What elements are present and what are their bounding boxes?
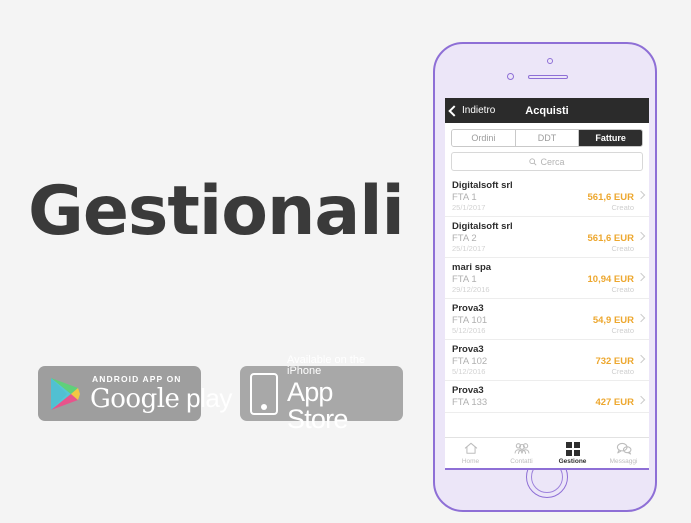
tab-messaggi[interactable]: Messaggi [598, 438, 649, 468]
google-play-triangle-icon [47, 375, 83, 413]
tab-contatti[interactable]: Contatti [496, 438, 547, 468]
row-status: Creato [611, 203, 634, 212]
people-group-icon [514, 441, 530, 456]
invoice-list: Digitalsoft srl FTA 1 561,6 EUR 25/1/201… [445, 176, 649, 413]
app-store-wordmark: App Store [287, 376, 348, 434]
table-row[interactable]: Prova3 FTA 133 427 EUR [445, 381, 649, 413]
back-button[interactable]: Indietro [448, 104, 496, 117]
row-amount: 54,9 EUR [592, 315, 634, 326]
google-play-play-word: play [186, 383, 232, 414]
tab-home[interactable]: Home [445, 438, 496, 468]
row-document: FTA 1 [452, 192, 477, 203]
segment-ddt[interactable]: DDT [515, 130, 580, 146]
row-customer: mari spa [452, 262, 492, 273]
app-store-supertext: Available on the iPhone [287, 353, 366, 377]
search-placeholder: Cerca [540, 156, 565, 167]
row-customer: Digitalsoft srl [452, 221, 513, 232]
page-title: Gestionali [28, 172, 405, 251]
row-document: FTA 133 [452, 397, 488, 408]
row-date: 25/1/2017 [452, 244, 486, 253]
phone-mockup: Indietro Acquisti Ordini DDT Fatture Cer… [433, 42, 657, 512]
tab-gestione[interactable]: Gestione [547, 438, 598, 468]
iphone-glyph-icon [250, 372, 278, 415]
tab-label: Gestione [558, 458, 587, 465]
segment-fatture[interactable]: Fatture [579, 130, 642, 146]
proximity-sensor-icon [507, 73, 514, 80]
google-play-wordmark: Google [90, 384, 180, 415]
row-amount: 561,6 EUR [587, 192, 634, 203]
row-document: FTA 102 [452, 356, 488, 367]
chevron-left-icon [448, 104, 460, 117]
tab-label: Home [461, 458, 480, 465]
row-status: Creato [611, 244, 634, 253]
table-row[interactable]: mari spa FTA 1 10,94 EUR 29/12/2016 Crea… [445, 258, 649, 299]
segment-ordini[interactable]: Ordini [452, 130, 516, 146]
table-row[interactable]: Prova3 FTA 101 54,9 EUR 5/12/2016 Creato [445, 299, 649, 340]
row-amount: 561,6 EUR [587, 233, 634, 244]
tab-bar: Home Contatti Gestione Messaggi [445, 437, 649, 470]
table-row[interactable]: Digitalsoft srl FTA 2 561,6 EUR 25/1/201… [445, 217, 649, 258]
google-play-supertext: ANDROID APP ON [92, 373, 182, 384]
search-wrap: Cerca [445, 147, 649, 176]
row-status: Creato [611, 367, 634, 376]
row-customer: Prova3 [452, 303, 484, 314]
row-document: FTA 101 [452, 315, 488, 326]
grid-squares-icon [565, 441, 580, 456]
row-customer: Prova3 [452, 344, 484, 355]
row-status: Creato [611, 285, 634, 294]
tab-label: Contatti [510, 458, 533, 465]
row-date: 5/12/2016 [452, 326, 486, 335]
row-status: Creato [611, 326, 634, 335]
app-screen: Indietro Acquisti Ordini DDT Fatture Cer… [445, 98, 649, 470]
search-input[interactable]: Cerca [451, 152, 643, 171]
table-row[interactable]: Prova3 FTA 102 732 EUR 5/12/2016 Creato [445, 340, 649, 381]
row-customer: Digitalsoft srl [452, 180, 513, 191]
house-icon [464, 441, 478, 456]
row-amount: 10,94 EUR [587, 274, 634, 285]
segmented-control-wrap: Ordini DDT Fatture [445, 123, 649, 147]
row-amount: 732 EUR [595, 356, 634, 367]
row-amount: 427 EUR [595, 397, 634, 408]
google-play-badge[interactable]: ANDROID APP ON Google play [38, 366, 232, 421]
row-document: FTA 2 [452, 233, 477, 244]
row-date: 29/12/2016 [452, 285, 490, 294]
search-icon [529, 157, 537, 166]
row-document: FTA 1 [452, 274, 477, 285]
table-row[interactable]: Digitalsoft srl FTA 1 561,6 EUR 25/1/201… [445, 176, 649, 217]
row-customer: Prova3 [452, 385, 484, 396]
row-date: 5/12/2016 [452, 367, 486, 376]
earpiece-speaker-icon [528, 75, 568, 79]
row-date: 25/1/2017 [452, 203, 486, 212]
segmented-control[interactable]: Ordini DDT Fatture [451, 129, 643, 147]
page-root: Gestionali ANDROID APP ON Google play Av… [0, 0, 691, 523]
app-store-badge[interactable]: Available on the iPhone App Store [240, 354, 403, 432]
back-button-label: Indietro [462, 105, 496, 116]
navigation-bar: Indietro Acquisti [445, 98, 649, 123]
app-store-text: Available on the iPhone App Store [287, 353, 393, 434]
chat-bubbles-icon [616, 441, 632, 456]
camera-icon [547, 58, 553, 64]
google-play-text: ANDROID APP ON Google play [90, 375, 232, 413]
tab-label: Messaggi [609, 458, 638, 465]
